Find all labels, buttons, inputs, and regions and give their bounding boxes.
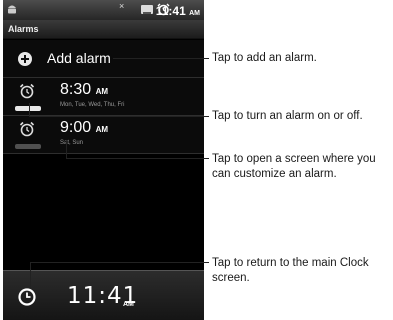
leader-line-open-h <box>66 158 209 159</box>
alarm-time: 8:30 AM <box>60 81 109 98</box>
leader-line-toggle-h <box>29 116 209 117</box>
current-ampm: AM <box>123 301 134 308</box>
alarm-clock-icon[interactable] <box>19 83 35 99</box>
alarm-toggle-off[interactable] <box>15 144 41 149</box>
status-bar: × 11:41 AM <box>3 0 204 20</box>
callout-return-clock: Tap to return to the main Clock screen. <box>212 257 369 284</box>
alarm-days: Sat, Sun <box>60 140 84 146</box>
callout-add-alarm: Tap to add an alarm. <box>212 52 317 64</box>
leader-line-clock-v <box>30 262 31 288</box>
plus-icon <box>18 52 32 66</box>
phone-screen: × 11:41 AM Alarms Add alarm 8:30 AM Mon,… <box>3 0 204 320</box>
clock-icon[interactable] <box>17 287 37 307</box>
bottom-bar: 11:41 AM <box>3 270 204 320</box>
alarm-toggle-on[interactable] <box>15 106 41 111</box>
leader-line-clock-h <box>30 262 209 263</box>
status-time: 11:41 AM <box>155 4 200 18</box>
alarm-item[interactable]: 8:30 AM Mon, Tue, Wed, Thu, Fri <box>3 78 204 116</box>
title-bar: Alarms <box>3 20 204 39</box>
android-icon <box>8 5 16 14</box>
page-title: Alarms <box>8 24 39 34</box>
alarm-days: Mon, Tue, Wed, Thu, Fri <box>60 102 125 108</box>
notification-icon: × <box>119 1 125 11</box>
leader-line-add <box>113 58 209 59</box>
message-icon <box>141 5 153 14</box>
alarm-clock-icon[interactable] <box>19 121 35 137</box>
alarm-item[interactable]: 9:00 AM Sat, Sun <box>3 116 204 154</box>
leader-line-toggle-v <box>29 103 30 116</box>
leader-line-open-v <box>66 141 67 158</box>
add-alarm-label: Add alarm <box>47 50 111 66</box>
add-alarm-button[interactable]: Add alarm <box>3 40 204 78</box>
callout-toggle-alarm: Tap to turn an alarm on or off. <box>212 110 363 122</box>
alarm-time: 9:00 AM <box>60 119 109 136</box>
callout-open-alarm: Tap to open a screen where you can custo… <box>212 153 376 180</box>
